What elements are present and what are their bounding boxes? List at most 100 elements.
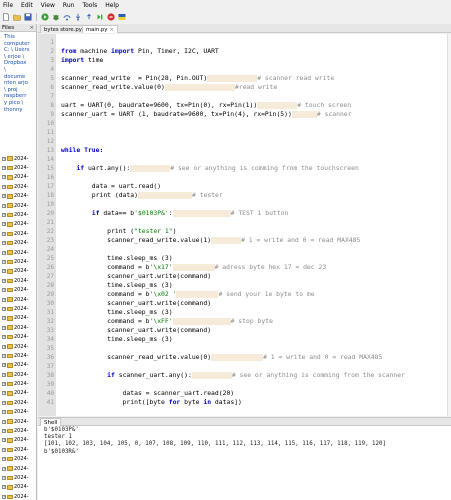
- folder-item[interactable]: +2024-: [0, 182, 36, 191]
- code-line[interactable]: 26 command = b'\x17' # adress byte hex 17…: [38, 263, 451, 272]
- expand-icon[interactable]: +: [2, 400, 6, 405]
- code-line[interactable]: 10: [38, 119, 451, 128]
- folder-item[interactable]: +2024-: [0, 248, 36, 257]
- folder-item[interactable]: +2024-: [0, 173, 36, 182]
- path-segment[interactable]: Dropbox: [4, 60, 34, 67]
- folder-item[interactable]: +2024-: [0, 389, 36, 398]
- open-file-icon[interactable]: [13, 13, 21, 21]
- stop-icon[interactable]: [107, 13, 115, 21]
- expand-icon[interactable]: +: [2, 278, 6, 283]
- expand-icon[interactable]: +: [2, 250, 6, 255]
- expand-icon[interactable]: +: [2, 166, 6, 171]
- code-line[interactable]: 8 uart = UART(0, baudrate=9600, tx=Pin(0)…: [38, 101, 451, 110]
- code-line[interactable]: 17 data = uart.read(): [38, 182, 451, 191]
- code-line[interactable]: 32 command = b'\xFF' # stop byte: [38, 317, 451, 326]
- code-line[interactable]: 6 scanner_read_write.value(0) #read write: [38, 83, 451, 92]
- code-line[interactable]: 27 scanner_uart.write(command): [38, 272, 451, 281]
- expand-icon[interactable]: +: [2, 297, 6, 302]
- folder-item[interactable]: +2024-: [0, 464, 36, 473]
- code-line[interactable]: 12: [38, 137, 451, 146]
- expand-icon[interactable]: +: [2, 494, 6, 499]
- folder-item[interactable]: +2024-: [0, 342, 36, 351]
- expand-icon[interactable]: +: [2, 203, 6, 208]
- resume-icon[interactable]: [96, 13, 104, 21]
- folder-item[interactable]: +2024-: [0, 351, 36, 360]
- code-line[interactable]: 22 print ("tester 1"): [38, 227, 451, 236]
- shell-tab[interactable]: Shell: [40, 418, 62, 426]
- menu-edit[interactable]: Edit: [21, 2, 33, 9]
- code-line[interactable]: 39: [38, 380, 451, 389]
- path-segment[interactable]: docume: [4, 74, 34, 81]
- expand-icon[interactable]: +: [2, 410, 6, 415]
- code-line[interactable]: 25 time.sleep_ms (3): [38, 254, 451, 263]
- new-file-icon[interactable]: [2, 13, 10, 21]
- tab-close-icon[interactable]: ×: [109, 27, 113, 33]
- expand-icon[interactable]: +: [2, 269, 6, 274]
- folder-item[interactable]: +2024-: [0, 361, 36, 370]
- folder-item[interactable]: +2024-: [0, 332, 36, 341]
- expand-icon[interactable]: +: [2, 335, 6, 340]
- folder-item[interactable]: +2024-: [0, 370, 36, 379]
- folder-item[interactable]: +2024-: [0, 229, 36, 238]
- folder-item[interactable]: +2024-: [0, 267, 36, 276]
- files-close-icon[interactable]: ×: [29, 25, 34, 31]
- code-line[interactable]: 23 scanner_read_write.value(1) # 1 = writ…: [38, 236, 451, 245]
- folder-item[interactable]: +2024-: [0, 379, 36, 388]
- expand-icon[interactable]: +: [2, 184, 6, 189]
- folder-item[interactable]: +2024-: [0, 154, 36, 163]
- code-line[interactable]: 7: [38, 92, 451, 101]
- expand-icon[interactable]: +: [2, 344, 6, 349]
- code-line[interactable]: 41 print([byte for byte in datas]): [38, 398, 451, 407]
- menu-file[interactable]: File: [3, 2, 13, 9]
- folder-item[interactable]: +2024-: [0, 210, 36, 219]
- expand-icon[interactable]: +: [2, 156, 6, 161]
- code-line[interactable]: 5 scanner_read_write = Pin(28, Pin.OUT) # …: [38, 74, 451, 83]
- expand-icon[interactable]: +: [2, 457, 6, 462]
- expand-icon[interactable]: +: [2, 241, 6, 246]
- shell-console[interactable]: b'$0103P&' tester 1 [101, 102, 103, 104,…: [38, 426, 451, 500]
- folder-item[interactable]: +2024-: [0, 398, 36, 407]
- folder-item[interactable]: +2024-: [0, 417, 36, 426]
- path-segment[interactable]: \: [4, 67, 34, 74]
- step-out-icon[interactable]: [85, 13, 93, 21]
- run-icon[interactable]: [41, 13, 49, 21]
- folder-item[interactable]: +2024-: [0, 436, 36, 445]
- code-line[interactable]: 9 scanner_uart = UART (1, baudrate=9600, …: [38, 110, 451, 119]
- code-line[interactable]: 34 time.sleep_ms (3): [38, 335, 451, 344]
- folder-item[interactable]: +2024-: [0, 323, 36, 332]
- expand-icon[interactable]: +: [2, 363, 6, 368]
- code-line[interactable]: 21: [38, 218, 451, 227]
- folder-item[interactable]: +2024-: [0, 304, 36, 313]
- folder-item[interactable]: +2024-: [0, 276, 36, 285]
- code-editor[interactable]: 1 2 from machine import Pin, Timer, I2C, U…: [38, 34, 451, 416]
- files-tab[interactable]: Files ×: [0, 24, 36, 32]
- expand-icon[interactable]: +: [2, 419, 6, 424]
- code-line[interactable]: 38 if scanner_uart.any(): # see or anythi…: [38, 371, 451, 380]
- folder-item[interactable]: +2024-: [0, 192, 36, 201]
- code-line[interactable]: 19: [38, 200, 451, 209]
- folder-item[interactable]: +2024-: [0, 455, 36, 464]
- path-segment[interactable]: \ proj: [4, 87, 34, 94]
- code-line[interactable]: 14: [38, 155, 451, 164]
- expand-icon[interactable]: +: [2, 466, 6, 471]
- code-line[interactable]: 30 scanner_uart.write(command): [38, 299, 451, 308]
- debug-icon[interactable]: [52, 13, 60, 21]
- folder-item[interactable]: +2024-: [0, 285, 36, 294]
- folder-item[interactable]: +2024-: [0, 314, 36, 323]
- expand-icon[interactable]: +: [2, 175, 6, 180]
- folder-item[interactable]: +2024-: [0, 201, 36, 210]
- menu-tools[interactable]: Tools: [82, 2, 97, 9]
- expand-icon[interactable]: +: [2, 475, 6, 480]
- expand-icon[interactable]: +: [2, 316, 6, 321]
- expand-icon[interactable]: +: [2, 288, 6, 293]
- code-line[interactable]: 4: [38, 65, 451, 74]
- tab-main[interactable]: main.py ×: [82, 25, 118, 33]
- folder-item[interactable]: +2024-: [0, 163, 36, 172]
- folder-item[interactable]: +2024-: [0, 239, 36, 248]
- expand-icon[interactable]: +: [2, 325, 6, 330]
- folder-item[interactable]: +2024-: [0, 483, 36, 492]
- expand-icon[interactable]: +: [2, 391, 6, 396]
- menu-help[interactable]: Help: [105, 2, 119, 9]
- code-line[interactable]: 33 scanner_uart.write(command): [38, 326, 451, 335]
- menu-view[interactable]: View: [41, 2, 55, 9]
